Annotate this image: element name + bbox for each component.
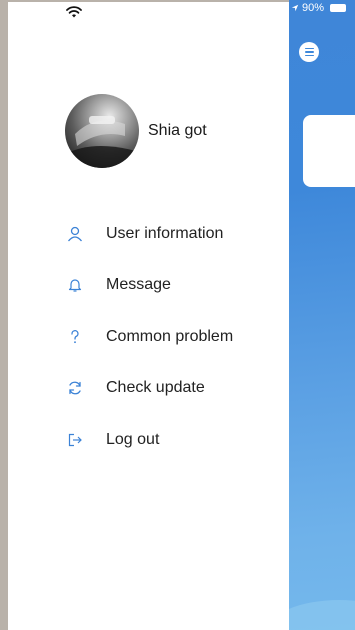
status-bar-right: 90% (291, 2, 347, 14)
user-icon (66, 225, 84, 243)
menu-item-label: User information (106, 225, 224, 242)
wifi-icon (66, 6, 82, 18)
menu-line-icon (304, 54, 314, 57)
menu-item-label: Common problem (106, 328, 234, 345)
battery-icon (330, 4, 347, 12)
content-card[interactable] (303, 115, 355, 187)
main-content-panel[interactable]: 90% (289, 0, 355, 630)
menu-item-common-problem[interactable]: Common problem (66, 322, 276, 352)
menu-item-label: Check update (106, 379, 205, 396)
bell-icon (66, 276, 84, 294)
menu-item-user-information[interactable]: User information (66, 219, 276, 249)
profile-name: Shia got (148, 122, 207, 139)
menu-item-message[interactable]: Message (66, 270, 276, 300)
menu-toggle-button[interactable] (299, 42, 319, 62)
logout-icon (66, 431, 84, 449)
menu-item-label: Log out (106, 431, 160, 448)
battery-percentage: 90% (302, 2, 325, 14)
location-arrow-icon (291, 4, 299, 12)
menu-item-label: Message (106, 276, 171, 293)
background-wave (289, 600, 355, 630)
refresh-icon (66, 379, 84, 397)
app-screen: 90% Shia got User information Message Co… (0, 0, 355, 630)
frame-border-left (0, 0, 8, 630)
question-icon (66, 328, 84, 346)
menu-line-icon (304, 47, 314, 50)
avatar[interactable] (65, 94, 139, 168)
avatar-photo-icon (65, 116, 139, 168)
side-drawer: Shia got User information Message Common… (8, 2, 289, 630)
menu-item-log-out[interactable]: Log out (66, 425, 276, 455)
menu-line-icon (304, 51, 314, 53)
menu-item-check-update[interactable]: Check update (66, 373, 276, 403)
